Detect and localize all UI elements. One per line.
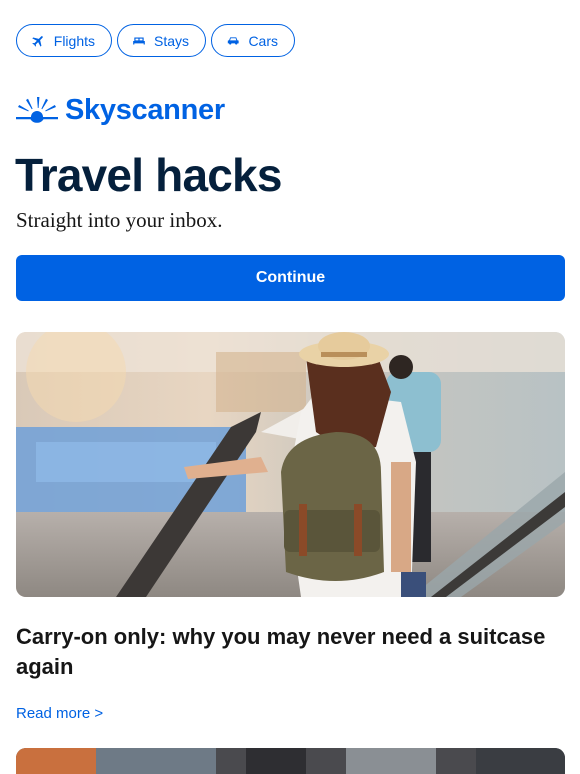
tab-stays-label: Stays — [153, 32, 189, 49]
article-hero-image[interactable] — [16, 332, 565, 597]
car-icon — [227, 36, 239, 45]
brand-name: Skyscanner — [65, 94, 225, 126]
vertical-tabs: Flights Stays Cars — [16, 24, 295, 57]
tab-flights-label: Flights — [53, 32, 95, 49]
tab-cars[interactable]: Cars — [211, 24, 295, 57]
continue-button[interactable]: Continue — [16, 255, 565, 301]
next-article-photo — [16, 748, 565, 774]
sunburst-logo-icon — [16, 96, 58, 123]
tab-stays[interactable]: Stays — [117, 24, 206, 57]
article-title[interactable]: Carry-on only: why you may never need a … — [16, 622, 564, 682]
tab-cars-label: Cars — [248, 32, 278, 49]
next-article-image[interactable] — [16, 748, 565, 774]
plane-icon — [32, 35, 43, 47]
tab-flights[interactable]: Flights — [16, 24, 112, 57]
page-subtitle: Straight into your inbox. — [16, 208, 223, 232]
read-more-link[interactable]: Read more > — [16, 705, 103, 722]
skyscanner-logo[interactable]: Skyscanner — [16, 94, 225, 127]
traveler-escalator-photo — [16, 332, 565, 597]
page-title: Travel hacks — [15, 149, 282, 201]
bed-icon — [133, 37, 145, 44]
